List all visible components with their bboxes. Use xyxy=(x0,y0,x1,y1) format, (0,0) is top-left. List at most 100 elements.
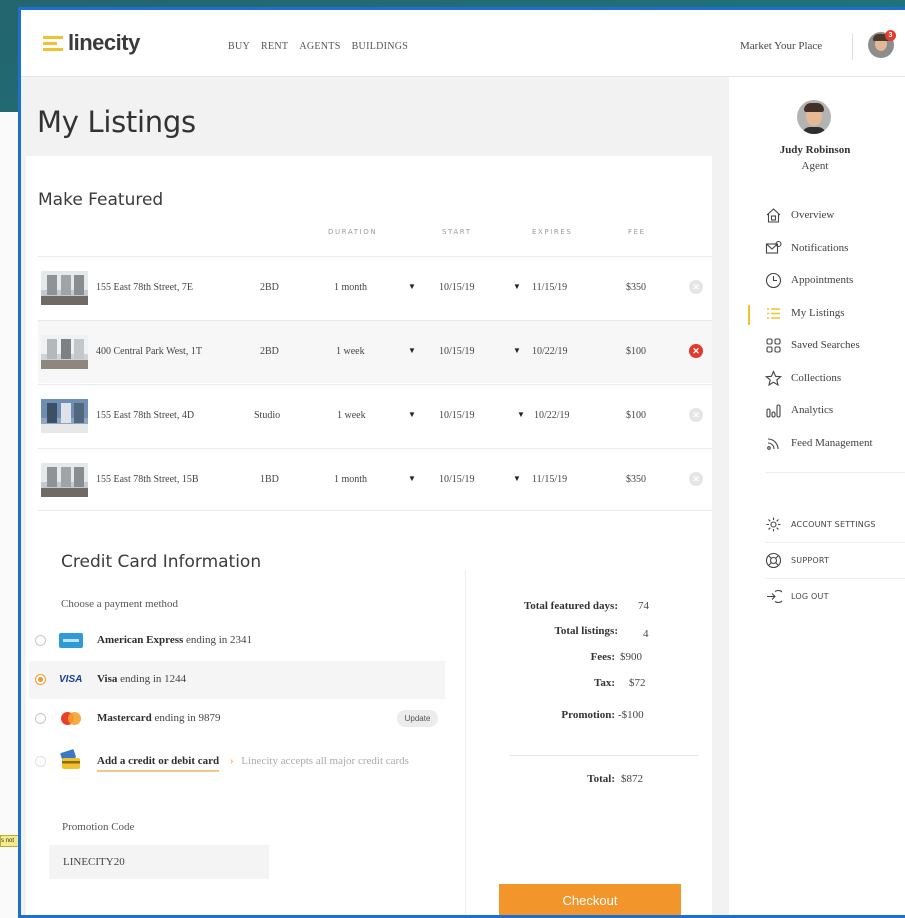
amex-icon xyxy=(59,633,83,648)
caret-down-icon[interactable]: ▼ xyxy=(408,410,416,419)
payment-label: American Express ending in 2341 xyxy=(97,634,253,646)
column-start: START xyxy=(442,228,472,236)
mastercard-icon xyxy=(61,712,81,725)
remove-icon[interactable]: ✕ xyxy=(689,280,703,294)
add-card-icon xyxy=(60,749,80,769)
start-date-select[interactable]: 10/15/19 xyxy=(439,346,475,357)
column-duration: DURATION xyxy=(328,228,378,236)
listing-beds: Studio xyxy=(254,410,281,421)
payment-label: Visa ending in 1244 xyxy=(97,673,187,685)
market-your-place-link[interactable]: Market Your Place xyxy=(740,40,822,52)
analytics-icon xyxy=(766,403,781,418)
radio-button[interactable] xyxy=(35,635,46,646)
sidebar: Judy Robinson Agent Overview Notificatio… xyxy=(729,77,905,915)
duration-select[interactable]: 1 week xyxy=(337,410,366,421)
sidebar-item-support[interactable]: SUPPORT xyxy=(765,549,829,571)
nav-buy[interactable]: BUY xyxy=(228,41,250,52)
clock-icon xyxy=(765,272,782,288)
sidebar-item-my-listings[interactable]: My Listings xyxy=(765,302,844,324)
total-listings-value: 4 xyxy=(643,628,649,640)
payment-option-amex[interactable]: American Express ending in 2341 xyxy=(29,622,445,660)
start-date-select[interactable]: 10/15/19 xyxy=(439,474,475,485)
top-nav-bar: linecity BUY RENT AGENTS BUILDINGS Marke… xyxy=(21,10,905,77)
radio-button[interactable] xyxy=(35,713,46,724)
brand-name: linecity xyxy=(68,30,140,55)
remove-icon[interactable]: ✕ xyxy=(689,408,703,422)
sidebar-item-analytics[interactable]: Analytics xyxy=(765,399,833,421)
remove-icon[interactable]: ✕ xyxy=(689,472,703,486)
notification-badge: 3 xyxy=(885,30,896,41)
remove-icon[interactable]: ✕ xyxy=(689,344,703,358)
grid-icon xyxy=(766,337,781,353)
app-window: linecity BUY RENT AGENTS BUILDINGS Marke… xyxy=(18,7,905,918)
caret-down-icon[interactable]: ▼ xyxy=(408,474,416,483)
nav-rent[interactable]: RENT xyxy=(261,41,288,52)
update-card-button[interactable]: Update xyxy=(397,710,438,727)
tax-label: Tax: xyxy=(594,677,615,689)
sidebar-item-logout[interactable]: LOG OUT xyxy=(765,585,829,607)
add-radio-icon[interactable] xyxy=(35,756,46,767)
fees-value: $900 xyxy=(620,651,642,663)
listing-address: 155 East 78th Street, 7E xyxy=(96,282,193,293)
notification-icon xyxy=(765,240,782,254)
active-indicator xyxy=(748,305,750,325)
duration-select[interactable]: 1 week xyxy=(336,346,365,357)
caret-down-icon[interactable]: ▼ xyxy=(517,410,525,419)
header-divider xyxy=(852,34,853,60)
payment-option-mastercard[interactable]: Mastercard ending in 9879 Update xyxy=(29,700,445,738)
caret-down-icon[interactable]: ▼ xyxy=(513,474,521,483)
sidebar-item-account-settings[interactable]: ACCOUNT SETTINGS xyxy=(765,513,876,535)
summary-separator xyxy=(510,755,698,756)
promotion-code-input[interactable] xyxy=(49,845,269,879)
feed-icon xyxy=(767,437,779,450)
main-nav: BUY RENT AGENTS BUILDINGS xyxy=(228,41,408,52)
sidebar-item-collections[interactable]: Collections xyxy=(765,367,841,389)
sidebar-item-overview[interactable]: Overview xyxy=(765,204,834,226)
nav-buildings[interactable]: BUILDINGS xyxy=(352,41,409,52)
list-icon xyxy=(767,307,780,319)
payment-option-visa[interactable]: VISA Visa ending in 1244 xyxy=(29,661,445,699)
caret-down-icon[interactable]: ▼ xyxy=(513,346,521,355)
listing-fee: $100 xyxy=(626,346,646,357)
fees-label: Fees: xyxy=(590,651,615,663)
total-label: Total: xyxy=(587,773,615,785)
sidebar-divider xyxy=(765,578,905,579)
listing-fee: $350 xyxy=(626,474,646,485)
caret-down-icon[interactable]: ▼ xyxy=(408,346,416,355)
add-card-row[interactable]: Add a credit or debit card › Linecity ac… xyxy=(29,743,445,781)
listing-row: 155 East 78th Street, 4D Studio 1 week ▼… xyxy=(38,384,712,447)
sidebar-item-appointments[interactable]: Appointments xyxy=(765,269,853,291)
start-date-select[interactable]: 10/15/19 xyxy=(439,282,475,293)
listing-thumbnail xyxy=(41,335,88,369)
user-role: Agent xyxy=(801,160,829,172)
sidebar-item-saved-searches[interactable]: Saved Searches xyxy=(765,334,860,356)
visa-icon: VISA xyxy=(59,674,83,685)
start-date-select[interactable]: 10/15/19 xyxy=(439,410,475,421)
sidebar-divider xyxy=(765,472,905,473)
sidebar-divider xyxy=(765,542,905,543)
caret-down-icon[interactable]: ▼ xyxy=(513,282,521,291)
chevron-right-icon: › xyxy=(229,755,234,767)
listing-thumbnail xyxy=(41,271,88,305)
listing-address: 155 East 78th Street, 15B xyxy=(96,474,199,485)
make-featured-title: Make Featured xyxy=(38,190,164,210)
sidebar-item-feed-management[interactable]: Feed Management xyxy=(765,432,873,454)
duration-select[interactable]: 1 month xyxy=(334,282,367,293)
star-icon xyxy=(765,369,782,386)
duration-select[interactable]: 1 month xyxy=(334,474,367,485)
tax-value: $72 xyxy=(629,677,646,689)
checkout-button[interactable]: Checkout xyxy=(499,884,681,915)
listing-row: 400 Central Park West, 1T 2BD 1 week ▼ 1… xyxy=(38,320,712,383)
logo[interactable]: linecity xyxy=(43,30,140,56)
listing-beds: 2BD xyxy=(260,282,279,293)
lifebuoy-icon xyxy=(765,552,782,568)
radio-button-selected[interactable] xyxy=(35,674,46,685)
payment-label: Mastercard ending in 9879 xyxy=(97,712,221,724)
sidebar-item-notifications[interactable]: Notifications xyxy=(765,237,848,259)
column-fee: FEE xyxy=(628,228,646,236)
caret-down-icon[interactable]: ▼ xyxy=(408,282,416,291)
choose-payment-label: Choose a payment method xyxy=(61,598,179,610)
listing-thumbnail xyxy=(41,399,88,433)
add-card-label[interactable]: Add a credit or debit card › Linecity ac… xyxy=(97,755,409,772)
nav-agents[interactable]: AGENTS xyxy=(299,41,340,52)
